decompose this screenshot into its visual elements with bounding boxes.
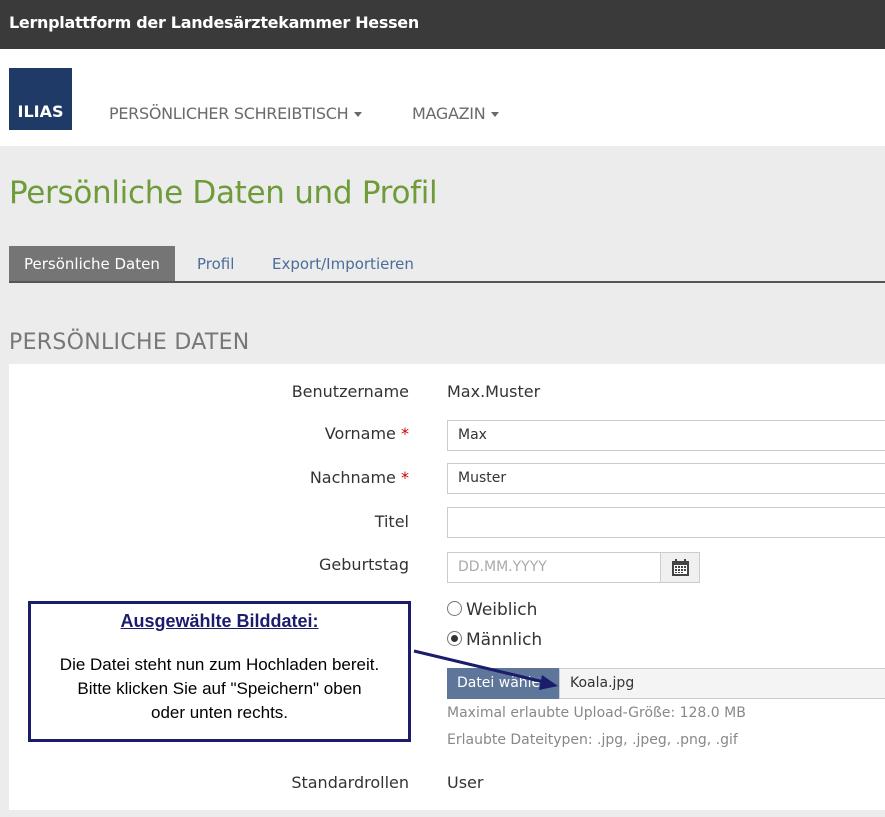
title-label: Titel: [374, 512, 409, 531]
roles-label: Standardrollen: [291, 773, 409, 792]
gender-female-radio[interactable]: Weiblich: [447, 600, 537, 620]
username-label: Benutzername: [291, 382, 409, 401]
lastname-label-text: Nachname: [309, 468, 396, 487]
gender-male-label: Männlich: [466, 630, 543, 650]
required-mark: *: [401, 468, 409, 487]
title-input[interactable]: [447, 507, 885, 538]
firstname-label-text: Vorname: [324, 424, 396, 443]
required-mark: *: [401, 424, 409, 443]
header: ILIAS PERSÖNLICHER SCHREIBTISCH MAGAZIN: [0, 49, 885, 146]
firstname-input[interactable]: Max: [447, 420, 885, 451]
lastname-label: Nachname *: [310, 468, 409, 487]
roles-value: User: [447, 773, 484, 792]
section-title: PERSÖNLICHE DATEN: [9, 330, 250, 355]
lastname-input[interactable]: Muster: [447, 463, 885, 494]
calendar-button[interactable]: [660, 552, 700, 583]
firstname-label: Vorname *: [325, 424, 409, 443]
max-upload-hint: Maximal erlaubte Upload-Größe: 128.0 MB: [447, 705, 746, 721]
ilias-logo[interactable]: ILIAS: [9, 68, 72, 130]
tab-personal-data[interactable]: Persönliche Daten: [9, 246, 175, 281]
calendar-icon: [672, 559, 689, 576]
radio-circle-selected: [447, 631, 462, 646]
callout-heading: Ausgewählte Bilddatei:: [120, 611, 319, 631]
callout-line: oder unten rechts.: [150, 703, 289, 722]
gender-male-radio[interactable]: Männlich: [447, 630, 542, 650]
top-bar: Lernplattform der Landesärztekammer Hess…: [0, 0, 885, 49]
chevron-down-icon: [354, 112, 363, 117]
selected-file-name: Koala.jpg: [559, 668, 885, 699]
tab-export-import[interactable]: Export/Importieren: [272, 246, 414, 281]
chevron-down-icon: [491, 112, 500, 117]
nav-personal-desktop[interactable]: PERSÖNLICHER SCHREIBTISCH: [109, 104, 363, 123]
tab-bar: Persönliche Daten Profil Export/Importie…: [9, 246, 885, 283]
annotation-callout: Ausgewählte Bilddatei: Die Datei steht n…: [28, 601, 411, 742]
page-title: Persönliche Daten und Profil: [9, 175, 438, 211]
choose-file-button[interactable]: Datei wählen: [447, 668, 559, 699]
allowed-types-hint: Erlaubte Dateitypen: .jpg, .jpeg, .png, …: [447, 732, 738, 748]
callout-line: Bitte klicken Sie auf "Speichern" oben: [77, 679, 362, 698]
username-value: Max.Muster: [447, 382, 541, 401]
callout-body: Die Datei steht nun zum Hochladen bereit…: [31, 653, 408, 725]
birthday-input[interactable]: DD.MM.YYYY: [447, 552, 661, 583]
nav-magazin-label: MAGAZIN: [412, 104, 486, 123]
site-title: Lernplattform der Landesärztekammer Hess…: [9, 13, 419, 32]
nav-personal-desktop-label: PERSÖNLICHER SCHREIBTISCH: [109, 104, 349, 123]
callout-line: Die Datei steht nun zum Hochladen bereit…: [59, 655, 380, 674]
radio-circle: [447, 601, 462, 616]
birthday-label: Geburtstag: [319, 555, 409, 574]
gender-female-label: Weiblich: [466, 600, 538, 620]
nav-magazin[interactable]: MAGAZIN: [412, 104, 500, 123]
tab-profile[interactable]: Profil: [197, 246, 234, 281]
logo-text: ILIAS: [17, 102, 64, 121]
